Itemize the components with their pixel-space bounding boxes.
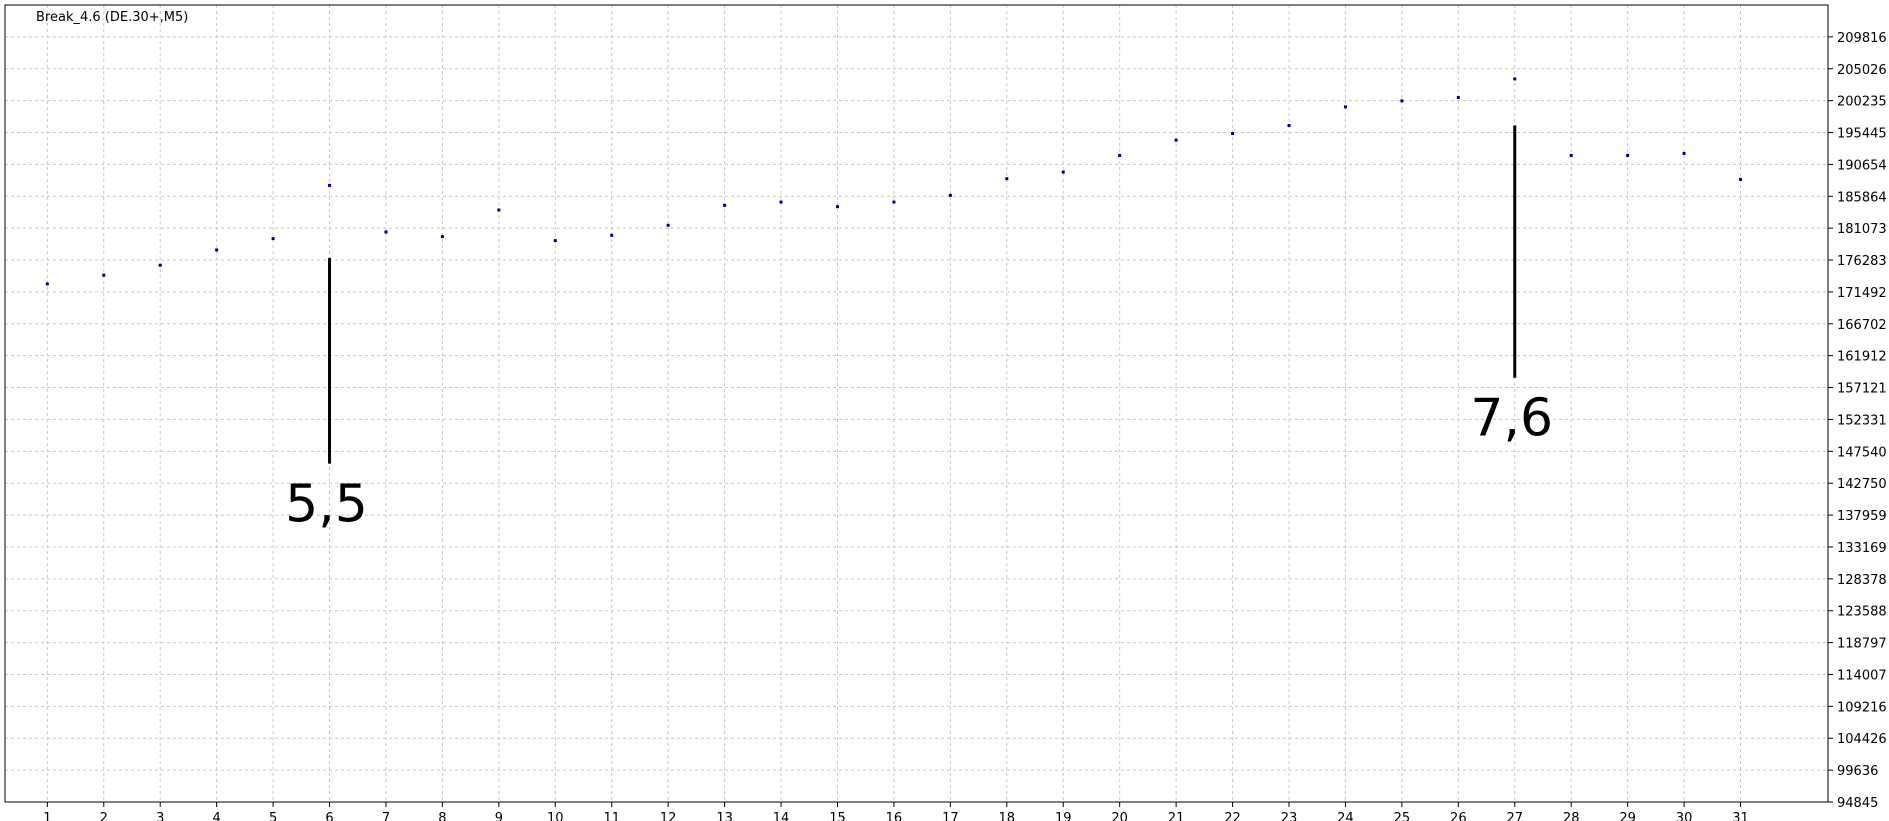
- data-point: [835, 205, 839, 209]
- data-point: [271, 237, 275, 241]
- data-point: [1400, 99, 1404, 103]
- data-point: [948, 193, 952, 197]
- data-point: [723, 203, 727, 207]
- x-tick-label: 9: [495, 811, 503, 821]
- y-tick-label: 114007: [1837, 668, 1887, 683]
- data-point: [892, 200, 896, 204]
- y-tick-label: 99636: [1837, 764, 1878, 779]
- plot-frame: [4, 4, 1829, 803]
- data-point: [440, 235, 444, 239]
- data-point: [45, 282, 49, 286]
- x-tick-label: 28: [1563, 811, 1580, 821]
- x-tick-label: 1: [43, 811, 51, 821]
- x-axis: 1 2 3 4 5 6 7 8 9 10 11 12 13 14 15 16 17 18 19 20 21 22 23 24 2…: [43, 802, 1749, 821]
- x-tick-label: 14: [773, 811, 790, 821]
- x-tick-label: 21: [1168, 811, 1185, 821]
- x-tick-label: 16: [886, 811, 903, 821]
- x-tick-label: 10: [547, 811, 564, 821]
- y-tick-label: 171492: [1837, 286, 1887, 301]
- y-tick-label: 142750: [1837, 477, 1887, 492]
- data-point: [158, 263, 162, 267]
- x-tick-label: 5: [269, 811, 277, 821]
- x-tick-label: 15: [829, 811, 846, 821]
- data-point: [328, 183, 332, 187]
- data-point: [1174, 138, 1178, 142]
- y-tick-label: 109216: [1837, 700, 1887, 715]
- x-tick-label: 6: [325, 811, 333, 821]
- x-tick-label: 31: [1732, 811, 1749, 821]
- annotation-label: 7,6: [1470, 389, 1553, 449]
- y-tick-label: 157121: [1837, 382, 1887, 397]
- data-point: [497, 208, 501, 212]
- data-point: [1005, 177, 1009, 181]
- x-tick-label: 2: [100, 811, 108, 821]
- data-point: [1343, 105, 1347, 109]
- x-tick-label: 8: [438, 811, 446, 821]
- y-tick-label: 137959: [1837, 509, 1887, 524]
- y-tick-label: 133169: [1837, 541, 1887, 556]
- x-tick-label: 18: [999, 811, 1016, 821]
- y-tick-label: 176283: [1837, 254, 1887, 269]
- data-point: [553, 239, 557, 243]
- annotations: 5,5 7,6: [285, 125, 1553, 535]
- x-tick-label: 13: [716, 811, 733, 821]
- x-tick-label: 23: [1281, 811, 1298, 821]
- y-tick-label: 195445: [1837, 127, 1887, 142]
- x-tick-label: 22: [1224, 811, 1241, 821]
- y-tick-label: 205026: [1837, 63, 1887, 78]
- x-tick-label: 27: [1506, 811, 1523, 821]
- y-tick-label: 147540: [1837, 445, 1887, 460]
- x-tick-label: 26: [1450, 811, 1467, 821]
- grid: [5, 5, 1828, 802]
- y-tick-label: 94845: [1837, 796, 1878, 811]
- y-tick-label: 123588: [1837, 605, 1887, 620]
- y-axis: 209816 205026 200235 195445 190654 185864 1810…: [1828, 31, 1887, 811]
- data-point: [1739, 177, 1743, 181]
- data-point: [384, 230, 388, 234]
- chart: Break_4.6 (DE.30+,M5) 209816205026200235…: [4, 4, 1887, 821]
- y-tick-label: 181073: [1837, 222, 1887, 237]
- data-point: [1287, 123, 1291, 127]
- x-tick-label: 11: [603, 811, 620, 821]
- x-tick-label: 17: [942, 811, 959, 821]
- data-point: [1061, 170, 1065, 174]
- x-tick-label: 20: [1111, 811, 1128, 821]
- x-tick-label: 29: [1619, 811, 1636, 821]
- x-tick-label: 4: [213, 811, 221, 821]
- y-tick-label: 166702: [1837, 318, 1887, 333]
- x-tick-label: 3: [156, 811, 164, 821]
- data-point: [666, 223, 670, 227]
- data-point: [102, 273, 106, 277]
- x-tick-label: 12: [660, 811, 677, 821]
- x-tick-label: 24: [1337, 811, 1354, 821]
- y-tick-label: 185864: [1837, 190, 1887, 205]
- data-point: [1682, 151, 1686, 155]
- y-tick-label: 118797: [1837, 637, 1887, 652]
- data-point: [1569, 153, 1573, 157]
- data-point: [1118, 153, 1122, 157]
- y-tick-label: 200235: [1837, 95, 1887, 110]
- y-tick-label: 209816: [1837, 31, 1887, 46]
- y-tick-label: 152331: [1837, 413, 1887, 428]
- data-point: [1626, 153, 1630, 157]
- y-tick-label: 161912: [1837, 350, 1887, 365]
- data-point: [610, 233, 614, 237]
- x-tick-label: 25: [1394, 811, 1411, 821]
- data-point: [215, 248, 219, 252]
- data-point: [1513, 77, 1517, 81]
- x-tick-label: 30: [1676, 811, 1693, 821]
- data-point: [1456, 96, 1460, 100]
- y-tick-label: 104426: [1837, 732, 1887, 747]
- data-point: [779, 200, 783, 204]
- x-tick-label: 19: [1055, 811, 1072, 821]
- annotation-label: 5,5: [285, 475, 368, 535]
- chart-title: Break_4.6 (DE.30+,M5): [36, 10, 188, 25]
- x-tick-label: 7: [382, 811, 390, 821]
- data-point: [1231, 131, 1235, 135]
- y-tick-label: 128378: [1837, 573, 1887, 588]
- y-tick-label: 190654: [1837, 158, 1887, 173]
